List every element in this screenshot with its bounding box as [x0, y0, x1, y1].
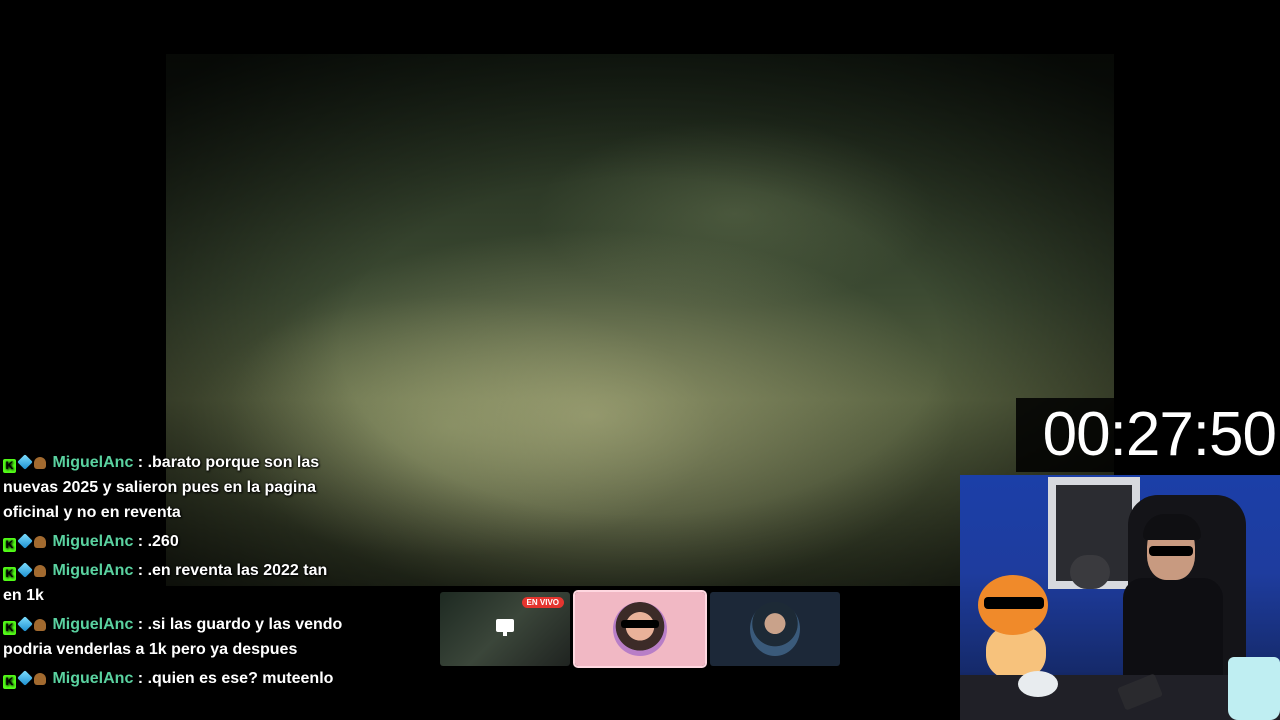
chat-username[interactable]: MiguelAnc — [52, 562, 133, 579]
chat-text: .260 — [147, 533, 179, 550]
live-badge: EN VIVO — [521, 597, 564, 608]
stream-timer: 00:27:50 — [1016, 398, 1280, 472]
cube-badge-icon — [17, 454, 33, 470]
chat-separator: : — [137, 562, 144, 579]
thumbnail-channel-avatar-2[interactable] — [710, 592, 840, 666]
chat-message: K MiguelAnc : .260 — [3, 529, 345, 554]
plush-toy — [968, 575, 1058, 685]
chat-separator: : — [137, 670, 144, 687]
chat-text: .quien es ese? muteenlo — [147, 670, 334, 687]
kick-badge-icon: K — [3, 538, 16, 552]
crown-badge-icon — [34, 619, 46, 631]
crown-badge-icon — [34, 536, 46, 548]
streamer-hair — [1143, 514, 1201, 540]
avatar — [750, 602, 800, 656]
avatar — [613, 602, 667, 656]
cube-badge-icon — [17, 562, 33, 578]
chat-overlay: K MiguelAnc : .barato porque son las nue… — [0, 450, 345, 695]
mouse-icon — [1018, 671, 1058, 697]
thumbnail-channel-avatar[interactable] — [573, 590, 707, 668]
chat-message: K MiguelAnc : .quien es ese? muteenlo — [3, 666, 345, 691]
cube-badge-icon — [17, 533, 33, 549]
sunglasses-icon — [1149, 546, 1193, 556]
crown-badge-icon — [34, 565, 46, 577]
thumbnail-live-stream[interactable]: EN VIVO — [440, 592, 570, 666]
chat-message: K MiguelAnc : .si las guardo y las vendo… — [3, 612, 345, 662]
chat-message: K MiguelAnc : .barato porque son las nue… — [3, 450, 345, 525]
cube-badge-icon — [17, 670, 33, 686]
crown-badge-icon — [34, 673, 46, 685]
cube-badge-icon — [17, 616, 33, 632]
mug-icon — [1228, 657, 1280, 720]
crown-badge-icon — [34, 457, 46, 469]
chat-message: K MiguelAnc : .en reventa las 2022 tan e… — [3, 558, 345, 608]
chat-text: .barato porque son las nuevas 2025 y sal… — [3, 454, 320, 521]
sunglasses-icon — [621, 620, 659, 628]
kick-badge-icon: K — [3, 675, 16, 689]
webcam-overlay — [960, 475, 1280, 720]
kick-badge-icon: K — [3, 621, 16, 635]
chat-separator: : — [137, 616, 144, 633]
chat-username[interactable]: MiguelAnc — [52, 616, 133, 633]
chat-username[interactable]: MiguelAnc — [52, 454, 133, 471]
microphone-icon — [1070, 555, 1110, 589]
screen-share-icon — [496, 619, 514, 636]
kick-badge-icon: K — [3, 459, 16, 473]
kick-badge-icon: K — [3, 567, 16, 581]
chat-separator: : — [137, 533, 144, 550]
chat-username[interactable]: MiguelAnc — [52, 533, 133, 550]
chat-separator: : — [137, 454, 144, 471]
sunglasses-icon — [984, 597, 1044, 609]
chat-username[interactable]: MiguelAnc — [52, 670, 133, 687]
